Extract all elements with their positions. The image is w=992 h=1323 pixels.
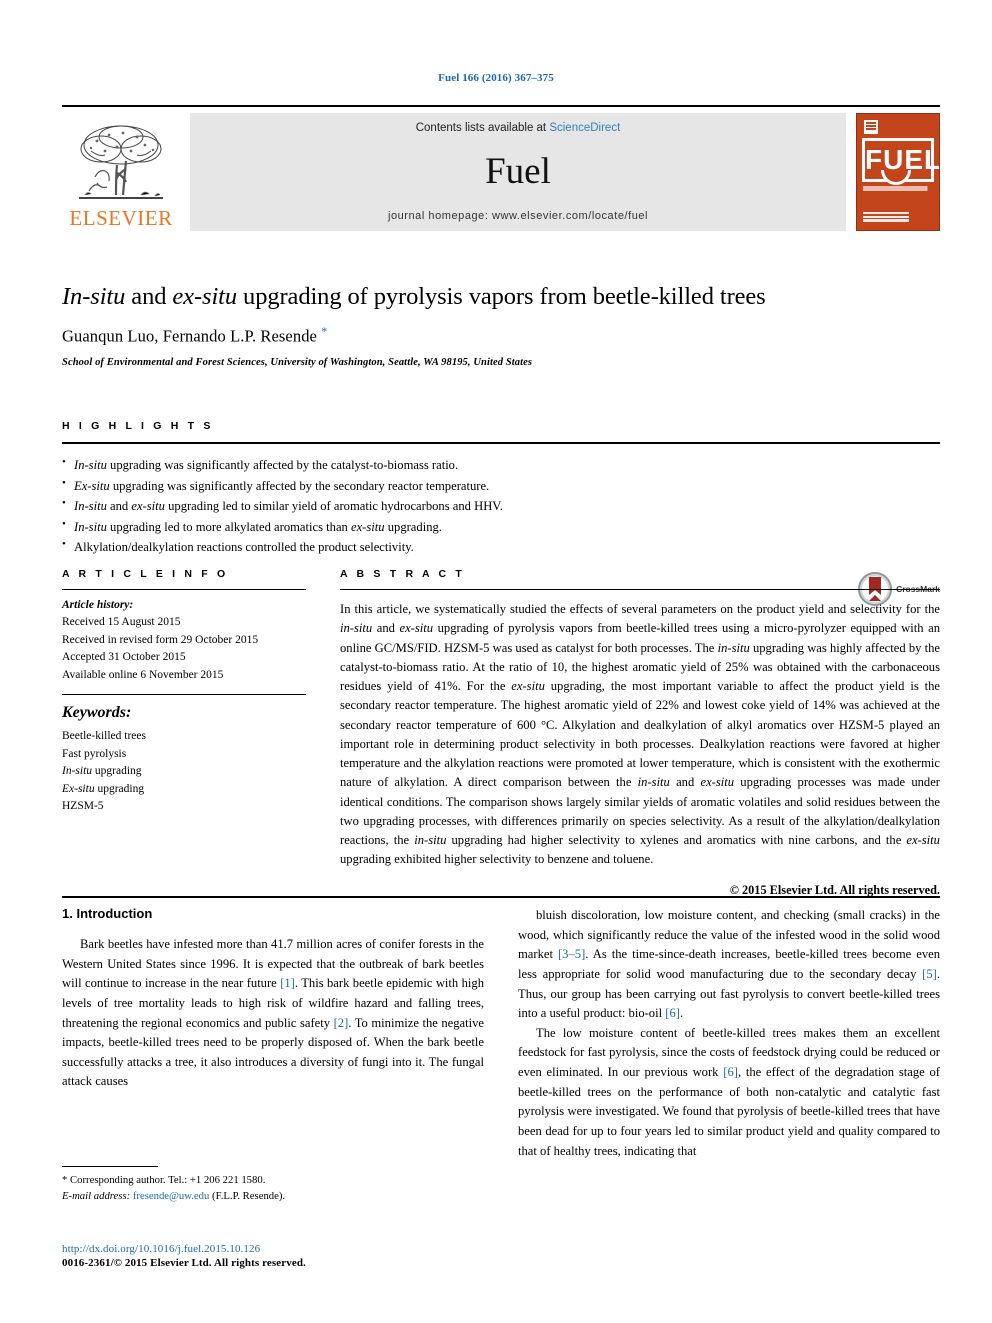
author-list: Guanqun Luo, Fernando L.P. Resende * (62, 324, 328, 346)
cover-arc-decoration (881, 170, 911, 185)
article-info-divider (62, 589, 306, 590)
introduction-right-text: bluish discoloration, low moisture conte… (518, 906, 940, 1161)
keyword-item: Ex-situ upgrading (62, 782, 145, 795)
elsevier-tree-icon (79, 125, 163, 199)
info-abstract-section: A R T I C L E I N F O Article history: R… (62, 568, 940, 898)
article-page: Fuel 166 (2016) 367–375 ELSEVIER Content… (0, 0, 992, 1323)
contents-prefix: Contents lists available at (415, 122, 550, 134)
highlights-divider (62, 442, 940, 444)
keyword-item: Beetle-killed trees (62, 730, 146, 743)
doi-link[interactable]: http://dx.doi.org/10.1016/j.fuel.2015.10… (62, 1243, 482, 1255)
article-history-item: Received in revised form 29 October 2015 (62, 633, 259, 646)
running-head: Fuel 166 (2016) 367–375 (438, 72, 554, 84)
footnote-rule (62, 1166, 158, 1167)
corresponding-author-note: * Corresponding author. Tel.: +1 206 221… (62, 1174, 266, 1186)
article-history-list: Received 15 August 2015 Received in revis… (62, 614, 306, 684)
journal-title: Fuel (485, 150, 551, 192)
body-column-right: bluish discoloration, low moisture conte… (518, 906, 940, 1161)
abstract-divider (340, 589, 940, 590)
body-column-left: 1. Introduction Bark beetles have infest… (62, 906, 484, 1161)
highlights-heading: H I G H L I G H T S (62, 420, 214, 432)
keywords-block: Keywords: Beetle-killed trees Fast pyroly… (62, 694, 306, 815)
abstract-text: In this article, we systematically studi… (340, 602, 941, 867)
highlights-list: In-situ upgrading was significantly affe… (62, 454, 940, 558)
article-history-item: Available online 6 November 2015 (62, 668, 224, 681)
cover-logo-icon (864, 120, 878, 134)
article-history-item: Received 15 August 2015 (62, 616, 181, 629)
body-paragraph: Bark beetles have infested more than 41.… (62, 937, 485, 1089)
keyword-item: In-situ upgrading (62, 765, 142, 778)
highlight-item: In-situ upgrading was significantly affe… (62, 454, 940, 476)
abstract-heading: A B S T R A C T (340, 568, 465, 580)
journal-masthead: ELSEVIER Contents lists available at Sci… (62, 105, 940, 231)
highlight-item: Alkylation/dealkylation reactions contro… (62, 536, 940, 558)
abstract-column: A B S T R A C T In this article, we syst… (340, 568, 940, 898)
affiliation: School of Environmental and Forest Scien… (62, 356, 533, 368)
journal-cover-thumbnail[interactable]: FUEL (856, 113, 940, 231)
footnote-block: * Corresponding author. Tel.: +1 206 221… (62, 1166, 472, 1204)
journal-homepage[interactable]: journal homepage: www.elsevier.com/locat… (388, 210, 648, 222)
keywords-label: Keywords: (62, 704, 132, 722)
body-paragraph: The low moisture content of beetle-kille… (518, 1025, 940, 1158)
highlight-item: In-situ and ex-situ upgrading led to sim… (62, 495, 940, 517)
introduction-left-text: Bark beetles have infested more than 41.… (62, 935, 484, 1092)
article-history-item: Accepted 31 October 2015 (62, 651, 186, 664)
doi-block: http://dx.doi.org/10.1016/j.fuel.2015.10… (62, 1243, 482, 1269)
title-block: In-situ and ex-situ upgrading of pyrolys… (62, 283, 940, 606)
body-paragraph: bluish discoloration, low moisture conte… (518, 908, 940, 1021)
body-columns: 1. Introduction Bark beetles have infest… (62, 906, 940, 1161)
keywords-list: Beetle-killed trees Fast pyrolysis In-situ… (62, 728, 306, 815)
elsevier-logo: ELSEVIER (62, 113, 180, 231)
email-note: E-mail address: fresende@uw.edu (F.L.P. … (62, 1190, 286, 1203)
article-history-label: Article history: (62, 599, 134, 611)
keyword-item: Fast pyrolysis (62, 747, 127, 760)
abstract-bottom-rule (62, 896, 940, 898)
keyword-item: HZSM-5 (62, 800, 104, 813)
issn-copyright-line: 0016-2361/© 2015 Elsevier Ltd. All right… (62, 1257, 306, 1269)
article-info-heading: A R T I C L E I N F O (62, 568, 229, 580)
highlights-section: H I G H L I G H T S In-situ upgrading wa… (62, 420, 940, 558)
page-title: In-situ and ex-situ upgrading of pyrolys… (62, 283, 766, 310)
cover-subtitle-bar (863, 186, 933, 191)
sciencedirect-link[interactable]: ScienceDirect (549, 122, 620, 134)
article-info-column: A R T I C L E I N F O Article history: R… (62, 568, 306, 898)
contents-available-line: Contents lists available at ScienceDirec… (416, 122, 621, 134)
elsevier-wordmark: ELSEVIER (69, 206, 173, 230)
article-history: Article history: Received 15 August 2015… (62, 597, 306, 684)
cover-footer-bar (863, 212, 909, 222)
highlight-item: In-situ upgrading led to more alkylated … (62, 516, 940, 538)
section-title-introduction: 1. Introduction (62, 906, 153, 921)
journal-band: Contents lists available at ScienceDirec… (190, 113, 846, 231)
highlight-item: Ex-situ upgrading was significantly affe… (62, 475, 940, 497)
